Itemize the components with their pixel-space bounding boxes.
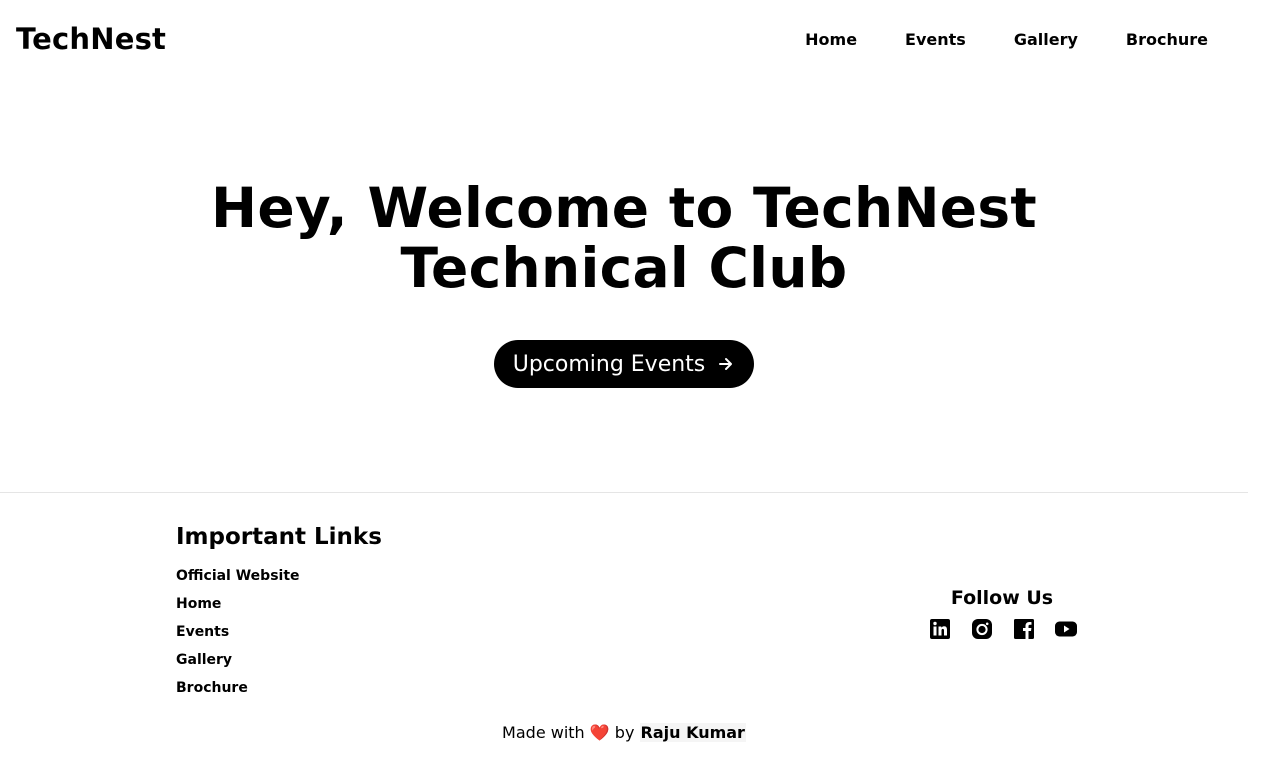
arrow-right-icon [719,358,733,370]
nav-home-link[interactable]: Home [805,30,857,49]
nav-events-link[interactable]: Events [905,30,966,49]
instagram-icon[interactable] [970,617,994,641]
follow-us-heading: Follow Us [950,587,1054,609]
youtube-icon[interactable] [1054,617,1078,641]
footer-link-official-website[interactable]: Official Website [176,568,300,584]
page: TechNest Home Events Gallery Brochure He… [0,0,1280,784]
site-footer: Important Links Official Website Home Ev… [0,492,1248,784]
brand-logo[interactable]: TechNest [16,22,166,56]
credit-prefix: Made with [502,723,585,742]
hero-title-line-2: Technical Club [400,236,848,300]
nav-brochure-link[interactable]: Brochure [1126,30,1208,49]
important-links-list: Official Website Home Events Gallery Bro… [176,565,382,705]
upcoming-events-label: Upcoming Events [512,351,706,377]
important-links-section: Important Links Official Website Home Ev… [176,523,382,705]
nav-gallery-link[interactable]: Gallery [1014,30,1078,49]
footer-link-gallery[interactable]: Gallery [176,652,232,668]
footer-link-brochure[interactable]: Brochure [176,680,248,696]
site-header: TechNest Home Events Gallery Brochure [0,0,1248,80]
main-nav: Home Events Gallery Brochure [805,30,1208,49]
credit-line: Made with ❤️ by Raju Kumar [0,723,1248,742]
author-name[interactable]: Raju Kumar [639,723,746,742]
follow-us-section: Follow Us [928,585,1078,641]
footer-link-home[interactable]: Home [176,596,221,612]
footer-link-events[interactable]: Events [176,624,229,640]
hero-title: Hey, Welcome to TechNest Technical Club [0,178,1248,298]
hero-section: Hey, Welcome to TechNest Technical Club … [0,178,1248,388]
upcoming-events-button[interactable]: Upcoming Events [494,340,754,388]
important-links-heading: Important Links [176,524,382,550]
linkedin-icon[interactable] [928,617,952,641]
hero-title-line-1: Hey, Welcome to TechNest [210,176,1038,240]
credit-by: by [614,723,635,742]
heart-icon: ❤️ [589,723,610,742]
facebook-icon[interactable] [1012,617,1036,641]
social-icons [928,617,1078,641]
